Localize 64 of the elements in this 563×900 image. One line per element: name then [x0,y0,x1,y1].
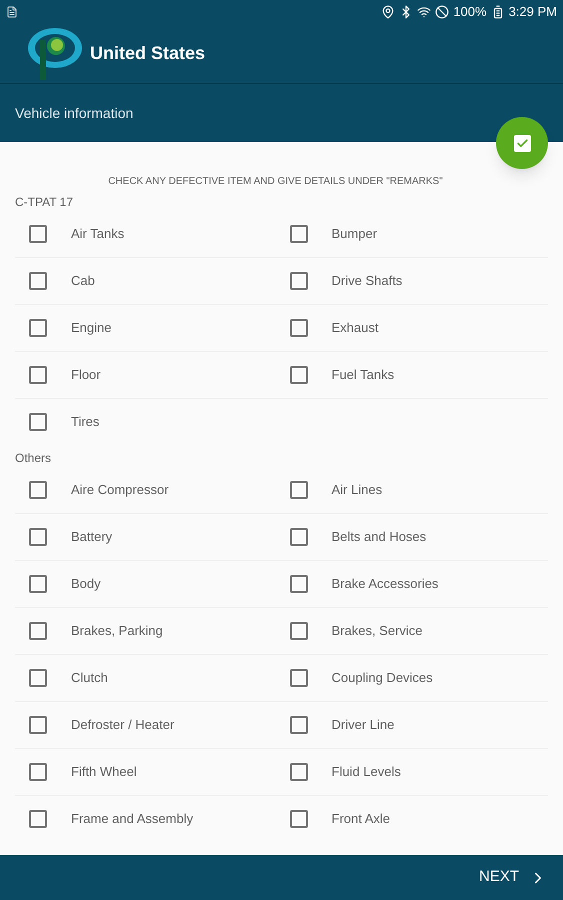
checkbox[interactable] [290,763,308,781]
notification-icon [6,6,18,18]
checkbox[interactable] [290,622,308,640]
item-label: Brakes, Service [332,622,423,640]
instruction-text: CHECK ANY DEFECTIVE ITEM AND GIVE DETAILS UNDER "REMARKS" [107,175,444,189]
item-label: Floor [71,366,101,384]
item-label: Brake Accessories [332,575,438,594]
item-label: Drive Shafts [332,272,402,290]
checkbox[interactable] [29,716,47,734]
item-label: Exhaust [332,319,378,338]
item-label: Brakes, Parking [71,622,163,640]
checkbox[interactable] [29,622,47,640]
checkbox[interactable] [290,319,308,337]
item-label: Defroster / Heater [71,716,174,734]
checkbox[interactable] [290,716,308,734]
item-label: Fifth Wheel [71,763,137,782]
checkbox[interactable] [29,810,47,828]
item-label: Aire Compressor [71,481,169,500]
next-button[interactable]: NEXT [478,866,547,889]
screen-title: Vehicle information [15,104,134,122]
checkbox[interactable] [29,319,47,337]
item-label: Bumper [332,225,378,244]
wifi-icon [417,5,432,19]
item-label: Body [71,575,101,594]
checkbox[interactable] [29,528,47,546]
section-title: Others [14,450,52,467]
checkbox[interactable] [290,669,308,687]
item-label: Belts and Hoses [332,528,426,546]
checkbox[interactable] [290,225,308,243]
checkbox-check-icon [514,134,530,152]
clock: 3:29 PM [508,3,557,22]
checkbox[interactable] [290,481,308,499]
do-not-disturb-icon [435,5,450,19]
confirm-button[interactable] [496,117,548,169]
checkbox[interactable] [29,225,47,243]
app-title: United States [90,42,206,65]
checkbox[interactable] [29,481,47,499]
checkbox[interactable] [290,528,308,546]
item-label: Frame and Assembly [71,810,194,828]
checkbox[interactable] [290,575,308,593]
item-label: Fuel Tanks [332,366,394,384]
item-label: Clutch [71,669,108,688]
checkbox[interactable] [29,763,47,781]
checkbox[interactable] [29,413,47,431]
checkbox[interactable] [29,272,47,290]
checkbox[interactable] [290,810,308,828]
item-label: Cab [71,272,95,290]
item-label: Fluid Levels [332,763,401,782]
checkbox[interactable] [29,575,47,593]
item-label: Battery [71,528,112,546]
item-label: Air Tanks [71,225,124,244]
location-icon [381,5,396,19]
section-title: C-TPAT 17 [14,194,74,211]
item-label: Tires [71,413,100,432]
battery-percent: 100% [453,3,487,22]
checkbox[interactable] [290,272,308,290]
checkbox[interactable] [29,669,47,687]
checkbox[interactable] [290,366,308,384]
item-label: Front Axle [332,810,390,828]
checkbox[interactable] [29,366,47,384]
item-label: Engine [71,319,112,338]
item-label: Coupling Devices [332,669,433,688]
item-label: Air Lines [332,481,382,500]
item-label: Driver Line [332,716,394,734]
